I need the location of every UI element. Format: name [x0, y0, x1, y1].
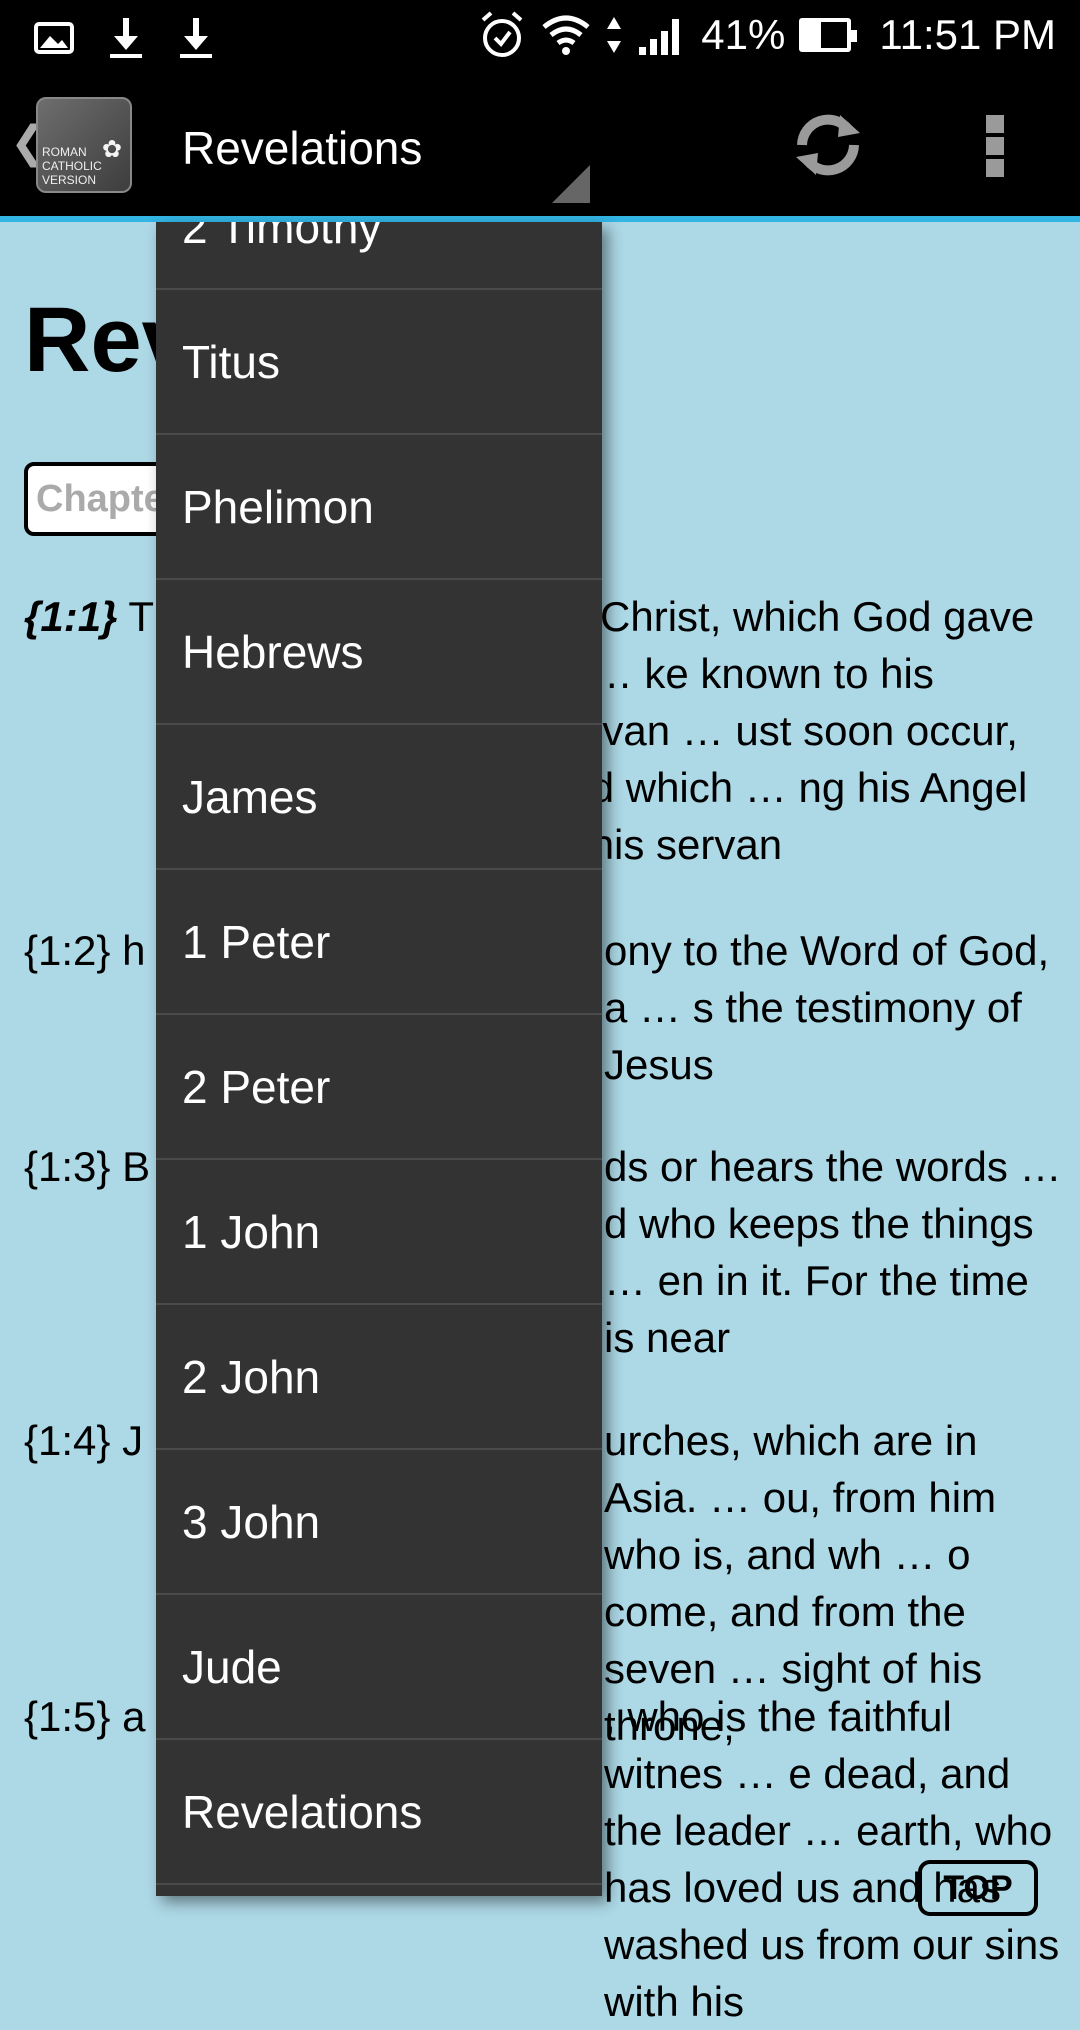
dropdown-item-1-john[interactable]: 1 John: [156, 1160, 602, 1305]
top-button[interactable]: TOP: [918, 1860, 1038, 1916]
data-arrows-icon: [607, 17, 622, 53]
verse-text-right: , who is the faithful witnes … e dead, a…: [604, 1693, 1060, 2025]
alarm-icon: [481, 11, 523, 57]
book-spinner-selected[interactable]: Revelations: [182, 121, 422, 175]
dropdown-item-jude[interactable]: Jude: [156, 1595, 602, 1740]
download-icon: [180, 18, 212, 58]
book-dropdown-list[interactable]: 2 Timothy Titus Phelimon Hebrews James 1…: [156, 222, 602, 1896]
verse-text-right: ds or hears the words … d who keeps the …: [604, 1143, 1062, 1361]
dropdown-item-3-john[interactable]: 3 John: [156, 1450, 602, 1595]
verse-ref: {1:4}: [24, 1417, 111, 1464]
status-bar: 41% 11:51 PM: [0, 0, 1080, 77]
dropdown-item-revelations[interactable]: Revelations: [156, 1740, 602, 1885]
dropdown-item-hebrews[interactable]: Hebrews: [156, 580, 602, 725]
verse-text: J: [110, 1417, 144, 1464]
dropdown-item-2-john[interactable]: 2 John: [156, 1305, 602, 1450]
action-bar: ❮ ✿ ROMAN CATHOLIC VERSION Revelations: [0, 77, 1080, 222]
battery-icon: [799, 18, 858, 52]
wifi-icon: [542, 15, 590, 55]
dropdown-item-phelimon[interactable]: Phelimon: [156, 435, 602, 580]
verse-ref: {1:1}: [24, 593, 118, 640]
verse-text: h: [110, 927, 146, 974]
verse-ref: {1:2}: [24, 927, 111, 974]
verse-ref: {1:5}: [24, 1693, 111, 1740]
verse-ref: {1:3}: [24, 1143, 111, 1190]
refresh-icon[interactable]: [790, 107, 866, 183]
overflow-menu-icon[interactable]: [986, 115, 1008, 177]
verse-text: T: [117, 593, 154, 640]
verse-text-right: us Christ, which God gave to … ke known …: [544, 593, 1035, 868]
download-icon: [110, 18, 142, 58]
dropdown-item-titus[interactable]: Titus: [156, 290, 602, 435]
notification-icons: [34, 16, 214, 60]
flower-icon: ✿: [101, 136, 122, 163]
logo-text: ROMAN CATHOLIC VERSION: [42, 145, 102, 187]
app-logo[interactable]: ✿ ROMAN CATHOLIC VERSION: [36, 97, 132, 193]
dropdown-item-2-timothy[interactable]: 2 Timothy: [156, 222, 602, 290]
system-status: 41% 11:51 PM: [477, 10, 1056, 60]
spinner-triangle-icon[interactable]: [552, 165, 590, 203]
battery-percent: 41%: [701, 11, 786, 58]
verse-text: a: [110, 1693, 146, 1740]
verse-text-right: ony to the Word of God, a … s the testim…: [604, 927, 1050, 1088]
photo-icon: [34, 22, 74, 54]
signal-icon: [639, 19, 680, 55]
verse-text: B: [110, 1143, 151, 1190]
dropdown-item-2-peter[interactable]: 2 Peter: [156, 1015, 602, 1160]
clock: 11:51 PM: [879, 11, 1056, 58]
dropdown-item-james[interactable]: James: [156, 725, 602, 870]
dropdown-item-1-peter[interactable]: 1 Peter: [156, 870, 602, 1015]
